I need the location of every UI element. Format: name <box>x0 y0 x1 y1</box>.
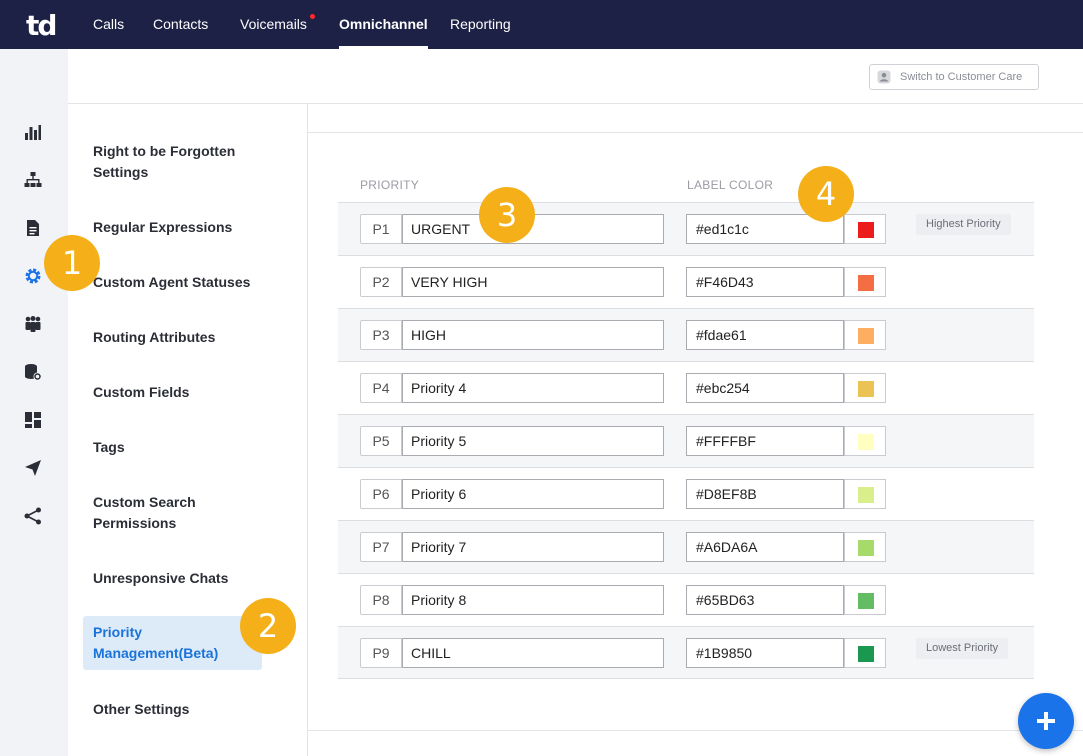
divider <box>308 730 1083 731</box>
database-settings-icon[interactable] <box>24 363 42 381</box>
settings-menu: Right to be Forgotten Settings Regular E… <box>68 104 308 756</box>
callout-badge-1: 1 <box>44 235 100 291</box>
color-swatch <box>858 381 874 397</box>
menu-item-regular-expressions[interactable]: Regular Expressions <box>93 217 273 238</box>
left-rail <box>0 49 68 756</box>
callout-badge-2: 2 <box>240 598 296 654</box>
priority-code: P2 <box>360 267 402 297</box>
table-row: P9 Lowest Priority <box>338 626 1034 679</box>
color-picker-button[interactable] <box>844 267 886 297</box>
table-row: P2 <box>338 255 1034 308</box>
menu-item-routing-attributes[interactable]: Routing Attributes <box>93 327 273 348</box>
dashboard-icon[interactable] <box>24 411 42 429</box>
priority-tag: Highest Priority <box>916 214 1011 235</box>
bar-chart-icon[interactable] <box>24 123 42 141</box>
table-row: P7 <box>338 520 1034 573</box>
priority-code: P6 <box>360 479 402 509</box>
nav-voicemails-label: Voicemails <box>240 16 307 32</box>
priority-code: P5 <box>360 426 402 456</box>
color-swatch <box>858 434 874 450</box>
switch-button-label: Switch to Customer Care <box>900 71 1023 83</box>
column-header-priority: PRIORITY <box>360 178 420 192</box>
table-row: P6 <box>338 467 1034 520</box>
priority-name-input[interactable] <box>402 638 664 668</box>
nav-reporting[interactable]: Reporting <box>450 0 511 49</box>
color-swatch <box>858 275 874 291</box>
app-logo[interactable]: td <box>26 9 57 42</box>
top-nav-bar: td Calls Contacts Voicemails Omnichannel… <box>0 0 1083 49</box>
menu-item-right-to-be-forgotten[interactable]: Right to be Forgotten Settings <box>93 141 273 183</box>
nav-calls[interactable]: Calls <box>93 0 124 49</box>
color-picker-button[interactable] <box>844 214 886 244</box>
priority-name-input[interactable] <box>402 426 664 456</box>
label-color-input[interactable] <box>686 585 844 615</box>
table-row: P1 Highest Priority <box>338 202 1034 255</box>
color-swatch <box>858 328 874 344</box>
table-row: P4 <box>338 361 1034 414</box>
label-color-input[interactable] <box>686 532 844 562</box>
page-header: Switch to Customer Care <box>68 49 1083 104</box>
menu-item-other-settings[interactable]: Other Settings <box>93 699 273 720</box>
menu-item-unresponsive-chats[interactable]: Unresponsive Chats <box>93 568 273 589</box>
priority-code: P3 <box>360 320 402 350</box>
callout-badge-3: 3 <box>479 187 535 243</box>
label-color-input[interactable] <box>686 373 844 403</box>
label-color-input[interactable] <box>686 479 844 509</box>
table-row: P3 <box>338 308 1034 361</box>
nav-voicemails[interactable]: Voicemails <box>240 0 315 49</box>
label-color-input[interactable] <box>686 320 844 350</box>
priority-management-panel: PRIORITY LABEL COLOR P1Highest PriorityP… <box>308 104 1083 756</box>
plus-icon <box>1037 712 1055 730</box>
add-button[interactable] <box>1018 693 1074 749</box>
label-color-input[interactable] <box>686 267 844 297</box>
menu-item-priority-management[interactable]: Priority Management(Beta) <box>83 616 262 670</box>
user-badge-icon <box>877 70 891 84</box>
color-swatch <box>858 646 874 662</box>
color-picker-button[interactable] <box>844 585 886 615</box>
color-picker-button[interactable] <box>844 532 886 562</box>
color-swatch <box>858 540 874 556</box>
label-color-input[interactable] <box>686 426 844 456</box>
priority-code: P7 <box>360 532 402 562</box>
color-swatch <box>858 593 874 609</box>
divider <box>308 132 1083 133</box>
priority-code: P9 <box>360 638 402 668</box>
menu-item-tags[interactable]: Tags <box>93 437 273 458</box>
color-picker-button[interactable] <box>844 320 886 350</box>
color-swatch <box>858 487 874 503</box>
color-picker-button[interactable] <box>844 638 886 668</box>
priority-name-input[interactable] <box>402 532 664 562</box>
color-swatch <box>858 222 874 238</box>
menu-item-custom-fields[interactable]: Custom Fields <box>93 382 273 403</box>
priority-name-input[interactable] <box>402 585 664 615</box>
priority-code: P1 <box>360 214 402 244</box>
table-row: P5 <box>338 414 1034 467</box>
color-picker-button[interactable] <box>844 426 886 456</box>
priority-code: P4 <box>360 373 402 403</box>
team-icon[interactable] <box>24 315 42 333</box>
switch-to-customer-care-button[interactable]: Switch to Customer Care <box>869 64 1039 90</box>
nav-omnichannel[interactable]: Omnichannel <box>339 0 428 49</box>
gear-icon[interactable] <box>24 267 42 285</box>
callout-badge-4: 4 <box>798 166 854 222</box>
color-picker-button[interactable] <box>844 479 886 509</box>
notification-dot <box>309 14 315 19</box>
menu-item-custom-agent-statuses[interactable]: Custom Agent Statuses <box>93 272 273 293</box>
menu-item-custom-search-permissions[interactable]: Custom Search Permissions <box>93 492 273 534</box>
priority-name-input[interactable] <box>402 479 664 509</box>
label-color-input[interactable] <box>686 638 844 668</box>
nav-contacts[interactable]: Contacts <box>153 0 208 49</box>
org-chart-icon[interactable] <box>24 171 42 189</box>
priority-name-input[interactable] <box>402 267 664 297</box>
priority-name-input[interactable] <box>402 373 664 403</box>
priority-tag: Lowest Priority <box>916 638 1009 659</box>
priority-name-input[interactable] <box>402 320 664 350</box>
column-header-label-color: LABEL COLOR <box>687 178 774 192</box>
color-picker-button[interactable] <box>844 373 886 403</box>
share-icon[interactable] <box>24 507 42 525</box>
document-icon[interactable] <box>24 219 42 237</box>
table-row: P8 <box>338 573 1034 626</box>
send-icon[interactable] <box>24 459 42 477</box>
priority-code: P8 <box>360 585 402 615</box>
